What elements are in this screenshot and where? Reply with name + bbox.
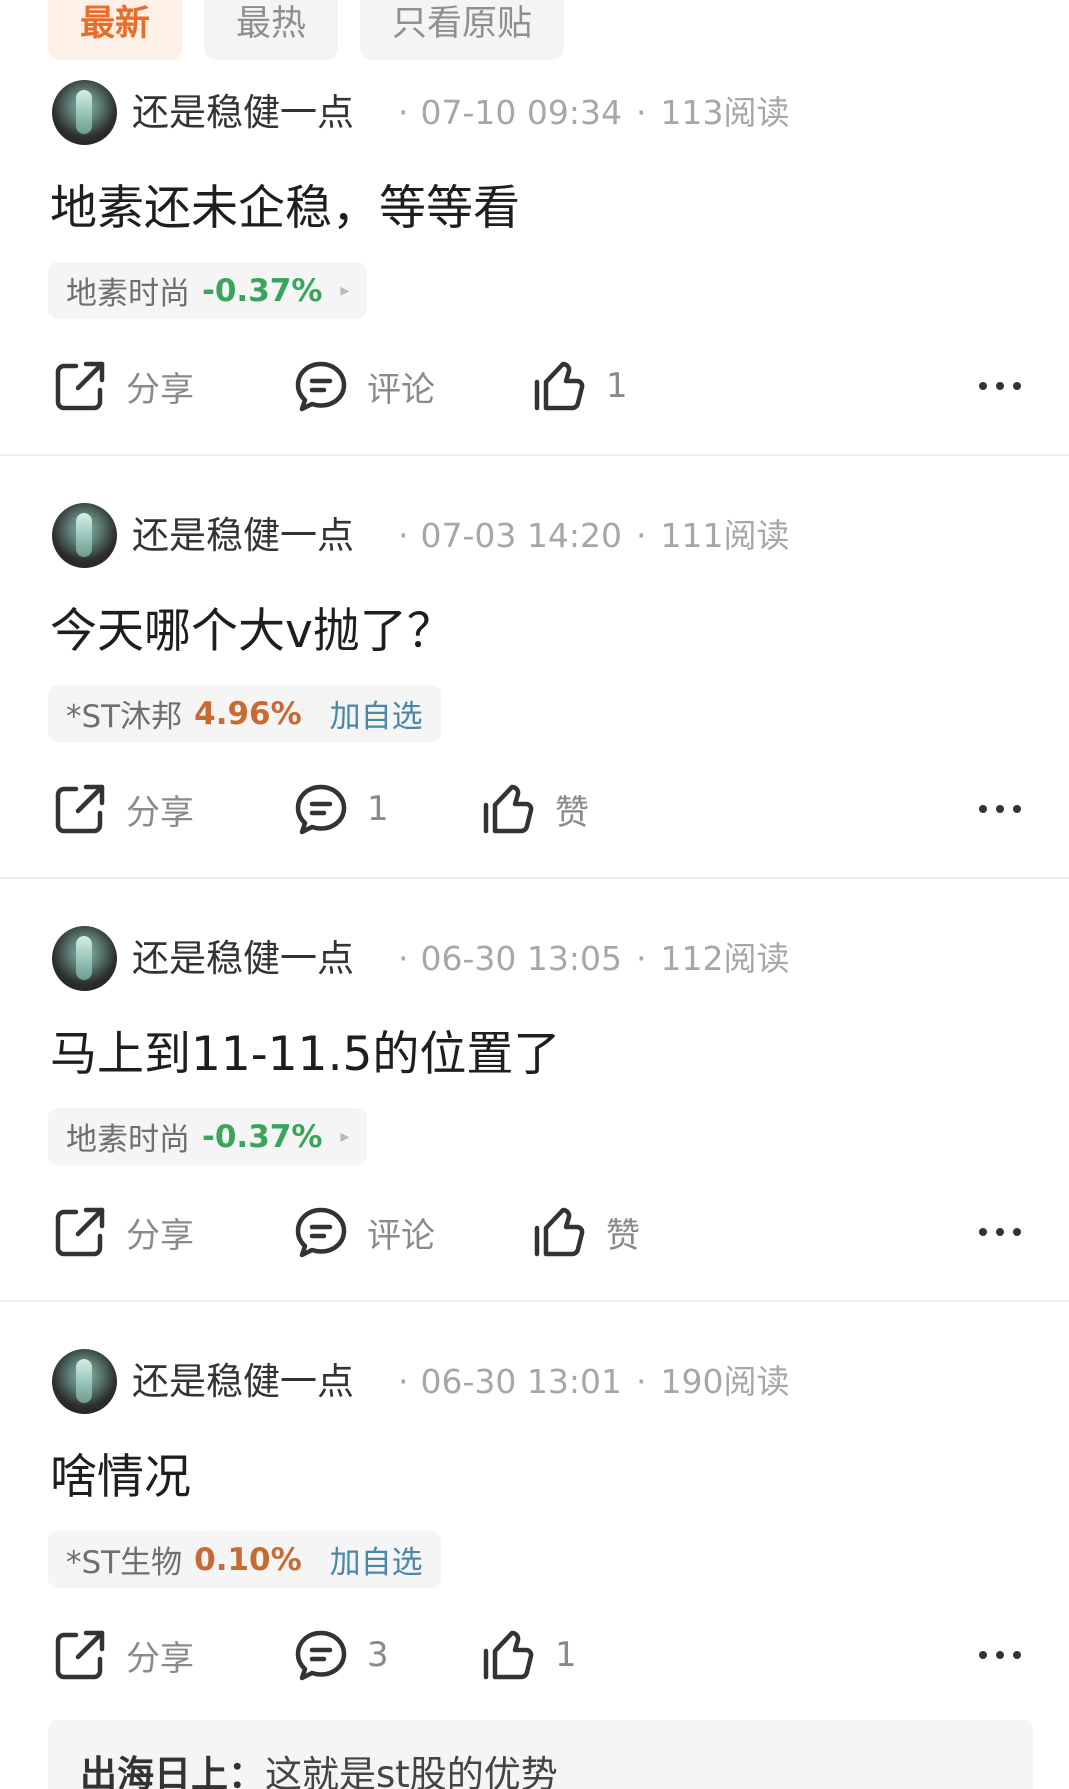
author-name[interactable]: 还是稳健一点 — [132, 505, 354, 559]
post-content[interactable]: 啥情况 — [50, 1438, 191, 1507]
comment-button[interactable]: 评论 — [293, 1202, 435, 1262]
stock-change: -0.37% — [202, 272, 323, 309]
like-label: 1 — [606, 366, 628, 406]
like-button[interactable]: 1 — [481, 1625, 577, 1685]
chevron-right-icon: ▸ — [340, 1126, 350, 1147]
reply-author[interactable]: 出海日上： — [80, 1753, 265, 1789]
stock-tag[interactable]: *ST沐邦 4.96% 加自选 — [48, 685, 441, 742]
reply-text: 这就是st股的优势 — [265, 1753, 558, 1789]
thumbs-up-icon — [483, 1630, 534, 1680]
post-time: 07-10 09:34 — [420, 93, 622, 132]
filter-tabs: 最新 最热 只看原贴 — [48, 0, 565, 60]
more-options-icon[interactable] — [979, 779, 1021, 839]
stock-name: *ST生物 — [66, 1545, 183, 1581]
chevron-right-icon: ▸ — [340, 280, 350, 301]
more-options-icon[interactable] — [979, 356, 1021, 416]
divider — [0, 454, 1069, 456]
stock-change: -0.37% — [202, 1118, 323, 1155]
add-watchlist-button[interactable]: 加自选 — [330, 691, 423, 736]
stock-tag[interactable]: 地素时尚 -0.37% ▸ — [48, 262, 368, 319]
post-time: 06-30 13:01 — [420, 1362, 622, 1401]
share-label: 分享 — [126, 1638, 194, 1679]
comment-label: 评论 — [367, 1215, 435, 1256]
comment-icon — [295, 1207, 347, 1258]
avatar[interactable] — [52, 1349, 117, 1414]
post-content[interactable]: 今天哪个大v抛了？ — [50, 592, 454, 661]
share-button[interactable]: 分享 — [52, 1625, 194, 1685]
share-label: 分享 — [126, 369, 194, 410]
thumbs-up-icon — [534, 1207, 585, 1257]
stock-discussion-feed: 最新 最热 只看原贴 还是稳健一点 · 07-10 09:34 · 113阅读 地素还… — [0, 0, 1069, 1789]
author-name[interactable]: 还是稳健一点 — [132, 1351, 354, 1405]
share-icon — [55, 1207, 105, 1257]
post-meta: · 07-03 14:20 · 111阅读 — [398, 516, 790, 555]
share-label: 分享 — [126, 1215, 194, 1256]
comment-button[interactable]: 3 — [293, 1625, 389, 1685]
thumbs-up-icon — [534, 361, 585, 411]
share-icon — [55, 784, 105, 834]
read-count: 190阅读 — [660, 1362, 790, 1401]
like-label: 赞 — [606, 1215, 640, 1256]
post-meta: · 06-30 13:01 · 190阅读 — [398, 1362, 790, 1401]
avatar[interactable] — [52, 503, 117, 568]
comment-icon — [295, 361, 347, 412]
more-options-icon[interactable] — [979, 1625, 1021, 1685]
post-content[interactable]: 马上到11-11.5的位置了 — [50, 1015, 560, 1084]
like-button[interactable]: 1 — [532, 356, 628, 416]
add-watchlist-button[interactable]: 加自选 — [330, 1537, 423, 1582]
comment-button[interactable]: 1 — [293, 779, 389, 839]
like-button[interactable]: 赞 — [532, 1202, 640, 1262]
post-meta: · 07-10 09:34 · 113阅读 — [398, 93, 790, 132]
stock-name: *ST沐邦 — [66, 699, 183, 735]
share-label: 分享 — [126, 792, 194, 833]
comment-icon — [295, 1630, 347, 1681]
post-content[interactable]: 地素还未企稳，等等看 — [50, 169, 520, 238]
read-count: 112阅读 — [660, 939, 790, 978]
more-options-icon[interactable] — [979, 1202, 1021, 1262]
post-item[interactable]: 还是稳健一点 · 07-03 14:20 · 111阅读 今天哪个大v抛了？ *ST沐… — [0, 481, 1069, 904]
avatar[interactable] — [52, 80, 117, 145]
divider — [0, 877, 1069, 879]
read-count: 111阅读 — [660, 516, 790, 555]
post-time: 07-03 14:20 — [420, 516, 622, 555]
comment-count: 1 — [367, 789, 389, 829]
reply-preview[interactable]: 出海日上：这就是st股的优势 — [48, 1720, 1033, 1789]
share-button[interactable]: 分享 — [52, 1202, 194, 1262]
stock-tag[interactable]: 地素时尚 -0.37% ▸ — [48, 1108, 368, 1165]
stock-name: 地素时尚 — [66, 276, 190, 312]
tab-hottest[interactable]: 最热 — [204, 0, 339, 60]
author-name[interactable]: 还是稳健一点 — [132, 82, 354, 136]
like-count: 1 — [555, 1635, 577, 1675]
like-button[interactable]: 赞 — [481, 779, 589, 839]
tab-latest[interactable]: 最新 — [48, 0, 183, 60]
stock-tag[interactable]: *ST生物 0.10% 加自选 — [48, 1531, 441, 1588]
comment-icon — [295, 784, 347, 835]
like-label: 赞 — [555, 792, 589, 833]
share-button[interactable]: 分享 — [52, 356, 194, 416]
comment-label: 评论 — [367, 369, 435, 410]
share-icon — [55, 361, 105, 411]
divider — [0, 1300, 1069, 1302]
tab-original-only[interactable]: 只看原贴 — [360, 0, 565, 60]
author-name[interactable]: 还是稳健一点 — [132, 928, 354, 982]
post-item[interactable]: 还是稳健一点 · 07-10 09:34 · 113阅读 地素还未企稳，等等看 地素时… — [0, 58, 1069, 481]
avatar[interactable] — [52, 926, 117, 991]
thumbs-up-icon — [483, 784, 534, 834]
stock-change: 0.10% — [194, 1541, 302, 1578]
reply-line: 出海日上：这就是st股的优势 — [80, 1744, 558, 1789]
read-count: 113阅读 — [660, 93, 790, 132]
post-item[interactable]: 还是稳健一点 · 06-30 13:05 · 112阅读 马上到11-11.5的位置了… — [0, 904, 1069, 1327]
stock-change: 4.96% — [194, 695, 302, 732]
comment-button[interactable]: 评论 — [293, 356, 435, 416]
share-icon — [55, 1630, 105, 1680]
comment-count: 3 — [367, 1635, 389, 1675]
post-meta: · 06-30 13:05 · 112阅读 — [398, 939, 790, 978]
post-time: 06-30 13:05 — [420, 939, 622, 978]
share-button[interactable]: 分享 — [52, 779, 194, 839]
stock-name: 地素时尚 — [66, 1122, 190, 1158]
